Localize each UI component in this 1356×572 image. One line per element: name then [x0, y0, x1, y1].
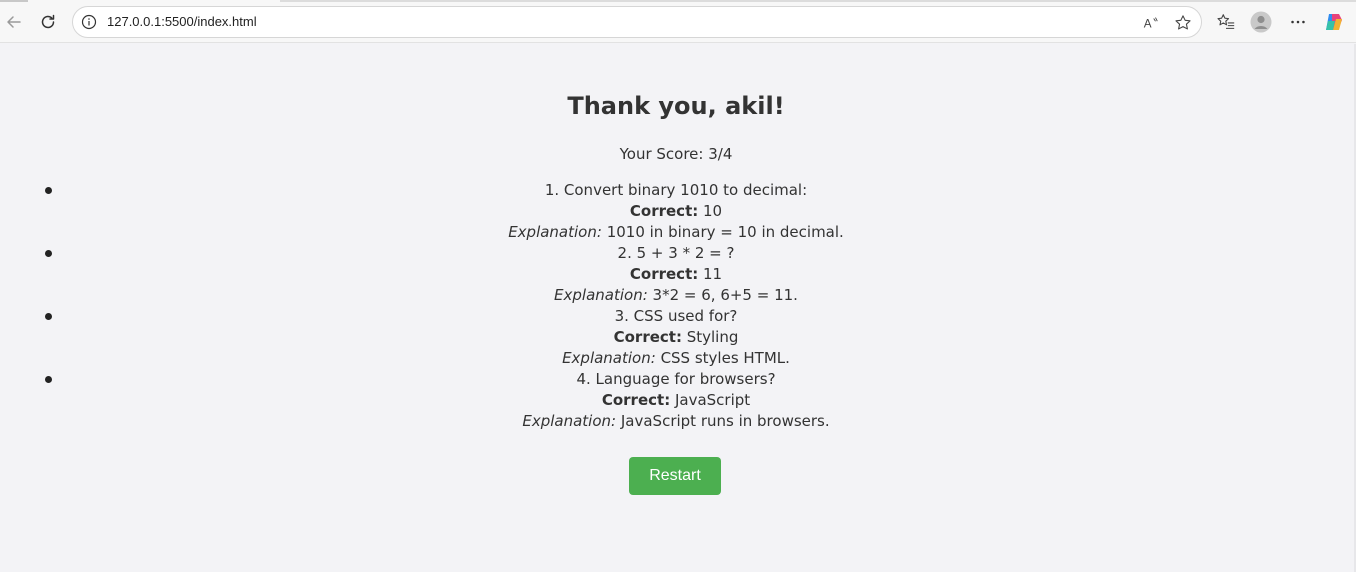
correct-value: 10 — [698, 202, 723, 220]
explanation-line: Explanation: CSS styles HTML. — [0, 348, 1352, 369]
correct-label: Correct: — [629, 265, 699, 283]
bullet — [45, 313, 52, 320]
reload-icon[interactable] — [36, 10, 60, 34]
explanation-value: CSS styles HTML. — [655, 349, 790, 367]
url-text[interactable]: 127.0.0.1:5500/index.html — [107, 14, 257, 30]
results-list: 1. Convert binary 1010 to decimal: Corre… — [0, 180, 1352, 432]
page-content: Thank you, akil! Your Score: 3/4 1. Conv… — [0, 44, 1356, 572]
correct-line: Correct: Styling — [0, 327, 1352, 348]
question-text: 1. Convert binary 1010 to decimal: — [544, 181, 808, 199]
correct-value: Styling — [681, 328, 739, 346]
back-icon[interactable] — [2, 10, 26, 34]
question-text: 3. CSS used for? — [614, 307, 738, 325]
explanation-label: Explanation: — [554, 286, 648, 304]
question-text: 4. Language for browsers? — [576, 370, 776, 388]
browser-toolbar: 127.0.0.1:5500/index.html A — [0, 0, 1356, 43]
correct-label: Correct: — [613, 328, 682, 346]
result-item: 4. Language for browsers? Correct: JavaS… — [0, 369, 1352, 432]
tab-strip-edge — [0, 0, 28, 2]
svg-text:A: A — [1144, 18, 1152, 31]
score-text: Your Score: 3/4 — [619, 145, 733, 163]
result-item: 1. Convert binary 1010 to decimal: Corre… — [0, 180, 1352, 243]
favorite-star-icon[interactable] — [1173, 13, 1193, 33]
explanation-label: Explanation: — [562, 349, 656, 367]
result-item: 3. CSS used for? Correct: Styling Explan… — [0, 306, 1352, 369]
bullet — [45, 250, 52, 257]
read-aloud-icon[interactable]: A — [1141, 13, 1161, 33]
explanation-label: Explanation: — [508, 223, 602, 241]
correct-line: Correct: 11 — [0, 264, 1352, 285]
correct-label: Correct: — [601, 391, 671, 409]
profile-avatar-icon[interactable] — [1250, 11, 1272, 33]
favorites-list-icon[interactable] — [1215, 11, 1237, 33]
bullet — [45, 187, 52, 194]
explanation-value: 1010 in binary = 10 in decimal. — [601, 223, 844, 241]
restart-button[interactable]: Restart — [629, 457, 721, 495]
correct-value: 11 — [698, 265, 723, 283]
address-bar[interactable]: 127.0.0.1:5500/index.html A — [72, 6, 1202, 38]
explanation-label: Explanation: — [522, 412, 617, 430]
copilot-icon[interactable] — [1323, 11, 1345, 33]
page-title: Thank you, akil! — [567, 92, 785, 120]
bullet — [45, 376, 52, 383]
explanation-value: JavaScript runs in browsers. — [616, 412, 830, 430]
question-text: 2. 5 + 3 * 2 = ? — [617, 244, 735, 262]
explanation-line: Explanation: 3*2 = 6, 6+5 = 11. — [0, 285, 1352, 306]
more-options-icon[interactable] — [1287, 11, 1309, 33]
info-icon[interactable] — [81, 14, 97, 30]
explanation-line: Explanation: 1010 in binary = 10 in deci… — [0, 222, 1352, 243]
result-item: 2. 5 + 3 * 2 = ? Correct: 11 Explanation… — [0, 243, 1352, 306]
correct-line: Correct: JavaScript — [0, 390, 1352, 411]
correct-value: JavaScript — [670, 391, 751, 409]
tab-strip-edge — [280, 0, 1356, 2]
correct-line: Correct: 10 — [0, 201, 1352, 222]
explanation-line: Explanation: JavaScript runs in browsers… — [0, 411, 1352, 432]
explanation-value: 3*2 = 6, 6+5 = 11. — [647, 286, 798, 304]
correct-label: Correct: — [629, 202, 699, 220]
